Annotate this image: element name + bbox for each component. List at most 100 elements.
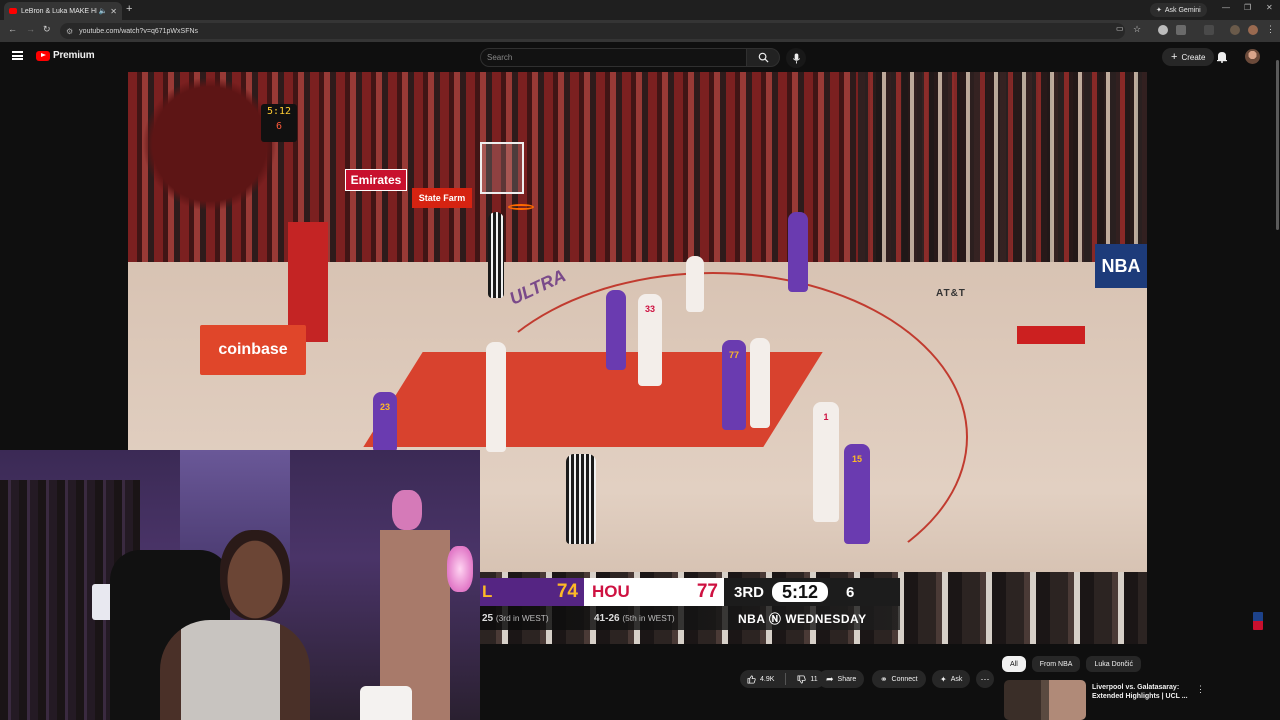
dislike-count: 11 bbox=[810, 675, 818, 683]
basketball-rim bbox=[508, 204, 534, 210]
statefarm-ad: State Farm bbox=[412, 188, 472, 208]
ask-button[interactable]: ✦ Ask bbox=[932, 670, 971, 688]
streamer bbox=[160, 530, 310, 720]
search-button[interactable] bbox=[746, 48, 780, 67]
search-input[interactable] bbox=[480, 48, 748, 67]
search-box bbox=[480, 48, 776, 67]
forward-icon[interactable]: → bbox=[26, 24, 35, 34]
recommended-video[interactable]: Liverpool vs. Galatasaray: Extended High… bbox=[1004, 680, 1212, 720]
search-icon bbox=[758, 52, 769, 63]
like-count: 4.9K bbox=[760, 675, 775, 683]
ask-gemini-button[interactable]: ✦ Ask Gemini bbox=[1150, 3, 1207, 17]
like-button[interactable]: 4.9K bbox=[740, 670, 781, 688]
clock-time: 5:12 bbox=[772, 582, 829, 602]
chip-from-nba[interactable]: From NBA bbox=[1031, 656, 1081, 672]
scorebug-records: 25 (3rd in WEST) 41-26 (5th in WEST) NBA… bbox=[480, 606, 900, 630]
share-icon: ➦ bbox=[826, 673, 834, 684]
chip-all[interactable]: All bbox=[1002, 656, 1026, 672]
away-record: 25 (3rd in WEST) bbox=[480, 613, 584, 624]
microphone-icon bbox=[792, 52, 800, 64]
create-button[interactable]: + Create bbox=[1162, 48, 1215, 66]
side-panel-icon[interactable] bbox=[1204, 25, 1214, 35]
rockets-player bbox=[686, 256, 704, 312]
extensions-puzzle-icon[interactable] bbox=[1176, 25, 1186, 35]
emirates-ad: Emirates bbox=[345, 169, 407, 191]
connect-button[interactable]: ⚭ Connect bbox=[872, 670, 926, 688]
close-tab-icon[interactable]: ✕ bbox=[110, 7, 117, 16]
back-icon[interactable]: ← bbox=[8, 24, 17, 34]
youtube-play-icon bbox=[36, 50, 50, 61]
home-team-score: HOU 77 bbox=[584, 578, 724, 606]
streamer-tank-top bbox=[160, 620, 310, 720]
connect-icon: ⚭ bbox=[880, 673, 888, 684]
away-team-abbr: L bbox=[482, 582, 493, 601]
minimize-icon[interactable]: — bbox=[1222, 3, 1230, 12]
account-avatar[interactable] bbox=[1245, 49, 1260, 64]
lakers-player bbox=[788, 212, 808, 292]
logo-text: Premium bbox=[53, 50, 95, 61]
rockets-player bbox=[486, 342, 506, 452]
lamp bbox=[447, 546, 473, 592]
rockets-player: 33 bbox=[638, 294, 662, 386]
quarter: 3RD bbox=[734, 583, 765, 601]
referee bbox=[488, 212, 504, 298]
hoop-stanchion bbox=[288, 222, 328, 342]
home-standing: (5th in WEST) bbox=[622, 612, 675, 623]
jersey-number: 15 bbox=[851, 454, 862, 464]
menu-icon[interactable] bbox=[12, 51, 23, 60]
extension-icon[interactable] bbox=[1158, 25, 1168, 35]
share-label: Share bbox=[837, 675, 857, 683]
nba-logo-icon bbox=[1253, 612, 1263, 630]
youtube-header: Premium bbox=[0, 42, 1280, 72]
pink-plush bbox=[392, 490, 422, 530]
site-info-icon[interactable]: ⚙ bbox=[66, 27, 73, 36]
like-divider bbox=[785, 673, 787, 685]
coinbase-ad: coinbase bbox=[200, 325, 306, 375]
away-team-score: L 74 bbox=[480, 578, 584, 606]
streamer-head bbox=[220, 530, 290, 620]
bookmark-star-icon[interactable]: ☆ bbox=[1133, 24, 1141, 35]
game-clock: 3RD 5:12 6 bbox=[724, 578, 900, 606]
video-thumbnail[interactable] bbox=[1004, 680, 1086, 720]
tab-title: LeBron & Luka MAKE HISTORY bbox=[21, 7, 97, 15]
referee bbox=[566, 454, 596, 544]
share-button[interactable]: ➦ Share bbox=[818, 670, 865, 688]
profile-avatar-icon[interactable] bbox=[1248, 25, 1258, 35]
rockets-player bbox=[750, 338, 770, 428]
browser-toolbar: ← → ↻ ⚙ youtube.com/watch?v=q671pWxSFNs … bbox=[0, 20, 1280, 42]
notifications-bell-icon[interactable] bbox=[1216, 50, 1228, 63]
ask-gemini-label: Ask Gemini bbox=[1164, 6, 1201, 14]
home-score: 77 bbox=[696, 581, 718, 602]
voice-search-button[interactable] bbox=[786, 48, 806, 68]
video-menu-icon[interactable]: ⋮ bbox=[1196, 684, 1205, 695]
reload-icon[interactable]: ↻ bbox=[43, 24, 51, 35]
browser-menu-icon[interactable]: ⋮ bbox=[1266, 24, 1275, 35]
chip-luka-doncic[interactable]: Luka Dončić bbox=[1086, 656, 1141, 672]
cast-icon[interactable]: ▭ bbox=[1116, 24, 1124, 33]
jersey-number: 77 bbox=[728, 350, 739, 360]
browser-tab-strip: LeBron & Luka MAKE HISTORY 🔈 ✕ + ✦ Ask G… bbox=[0, 0, 1280, 20]
page-scrollbar[interactable] bbox=[1276, 60, 1279, 230]
jersey-number: 33 bbox=[644, 304, 655, 314]
speaker-icon[interactable]: 🔈 bbox=[99, 7, 108, 15]
restore-icon[interactable]: ❐ bbox=[1244, 3, 1251, 12]
new-tab-icon[interactable]: + bbox=[126, 3, 132, 15]
recommendation-chips: All From NBA Luka Dončić bbox=[1002, 656, 1141, 672]
coffee-mug bbox=[360, 686, 412, 720]
translate-icon[interactable] bbox=[1230, 25, 1240, 35]
backboard bbox=[480, 142, 524, 194]
lakers-player: 15 bbox=[844, 444, 870, 544]
home-record: 41-26 (5th in WEST) bbox=[584, 613, 724, 624]
thumbs-up-icon bbox=[747, 674, 756, 684]
rockets-player: 1 bbox=[813, 402, 839, 522]
close-window-icon[interactable]: ✕ bbox=[1266, 3, 1273, 12]
youtube-logo[interactable]: Premium bbox=[36, 50, 95, 61]
browser-tab[interactable]: LeBron & Luka MAKE HISTORY 🔈 ✕ bbox=[4, 2, 122, 20]
youtube-favicon-icon bbox=[9, 8, 17, 14]
url-text: youtube.com/watch?v=q671pWxSFNs bbox=[79, 27, 199, 35]
like-dislike-group: 4.9K 11 bbox=[740, 670, 825, 688]
scorebug: L 74 HOU 77 3RD 5:12 6 bbox=[480, 578, 900, 606]
more-actions-icon[interactable]: ⋯ bbox=[976, 670, 994, 688]
recommended-video-title[interactable]: Liverpool vs. Galatasaray: Extended High… bbox=[1092, 683, 1192, 720]
address-bar[interactable]: ⚙ youtube.com/watch?v=q671pWxSFNs bbox=[60, 23, 1125, 39]
